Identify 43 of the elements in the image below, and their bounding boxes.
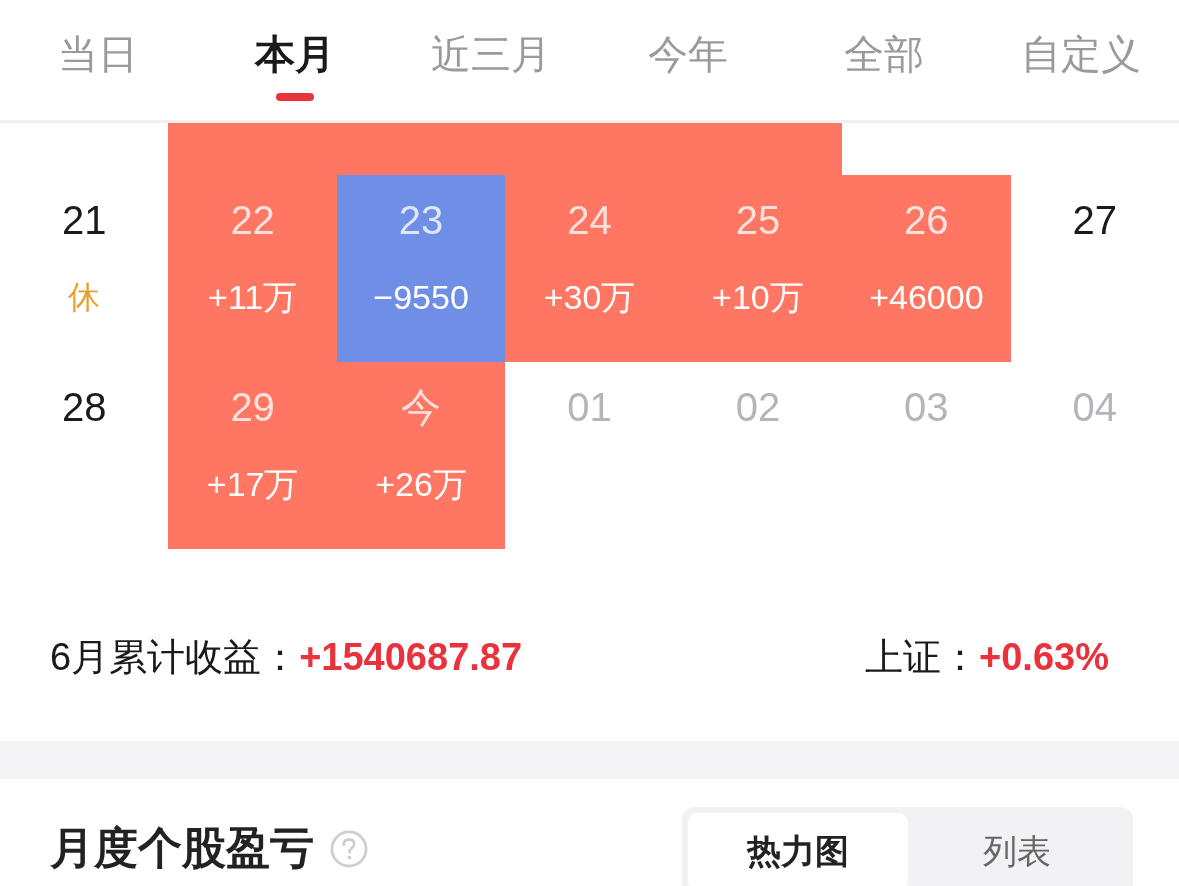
period-tab[interactable]: 当日 [0, 0, 197, 120]
summary-value: +1540687.87 [299, 635, 523, 679]
period-tab[interactable]: 今年 [589, 0, 786, 120]
day-number: 02 [735, 384, 781, 431]
view-option[interactable]: 列表 [907, 813, 1127, 886]
day-number: 26 [904, 197, 949, 244]
day-number: 今 [401, 384, 442, 431]
day-cell[interactable]: 22 +11万 [168, 175, 337, 362]
day-amount: +46000 [869, 277, 984, 318]
day-amount: +11万 [208, 277, 298, 318]
section-title: 月度个股盈亏 [50, 822, 314, 874]
day-number: 21 [61, 197, 107, 244]
day-number: 29 [230, 384, 275, 431]
day-amount: +30万 [543, 277, 636, 318]
day-number: 28 [61, 384, 107, 431]
day-amount: −9550 [373, 277, 469, 318]
day-amount: +26万 [375, 464, 467, 505]
day-number: 27 [1072, 197, 1118, 244]
day-number: 25 [735, 197, 781, 244]
day-number: 24 [567, 197, 612, 244]
index-value: +0.63% [979, 635, 1109, 679]
help-icon[interactable] [330, 829, 368, 868]
day-cell[interactable]: 26 +46000 [842, 175, 1011, 362]
day-note: 休 [68, 278, 101, 317]
day-number: 23 [398, 197, 444, 244]
day-cell[interactable]: 29 +17万 [168, 362, 337, 549]
day-amount: +17万 [206, 464, 299, 505]
day-number: 22 [230, 197, 275, 244]
day-number: 03 [904, 384, 949, 431]
period-tab[interactable]: 全部 [786, 0, 983, 120]
index-label: 上证： [865, 634, 980, 680]
day-number: 04 [1072, 384, 1118, 431]
summary-label: 6月累计收益： [50, 634, 300, 680]
day-cell[interactable]: 25 +10万 [673, 175, 843, 362]
day-amount: +10万 [712, 277, 804, 318]
day-number: 01 [567, 384, 612, 431]
day-cell[interactable]: 23 −9550 [336, 175, 506, 362]
day-cell[interactable]: 今 +26万 [336, 362, 506, 549]
period-tab[interactable]: 本月 [196, 0, 393, 120]
day-cell[interactable]: 24 +30万 [505, 175, 674, 362]
view-option[interactable]: 热力图 [688, 813, 908, 886]
period-tab[interactable]: 自定义 [982, 0, 1179, 120]
period-tab[interactable]: 近三月 [393, 0, 590, 120]
